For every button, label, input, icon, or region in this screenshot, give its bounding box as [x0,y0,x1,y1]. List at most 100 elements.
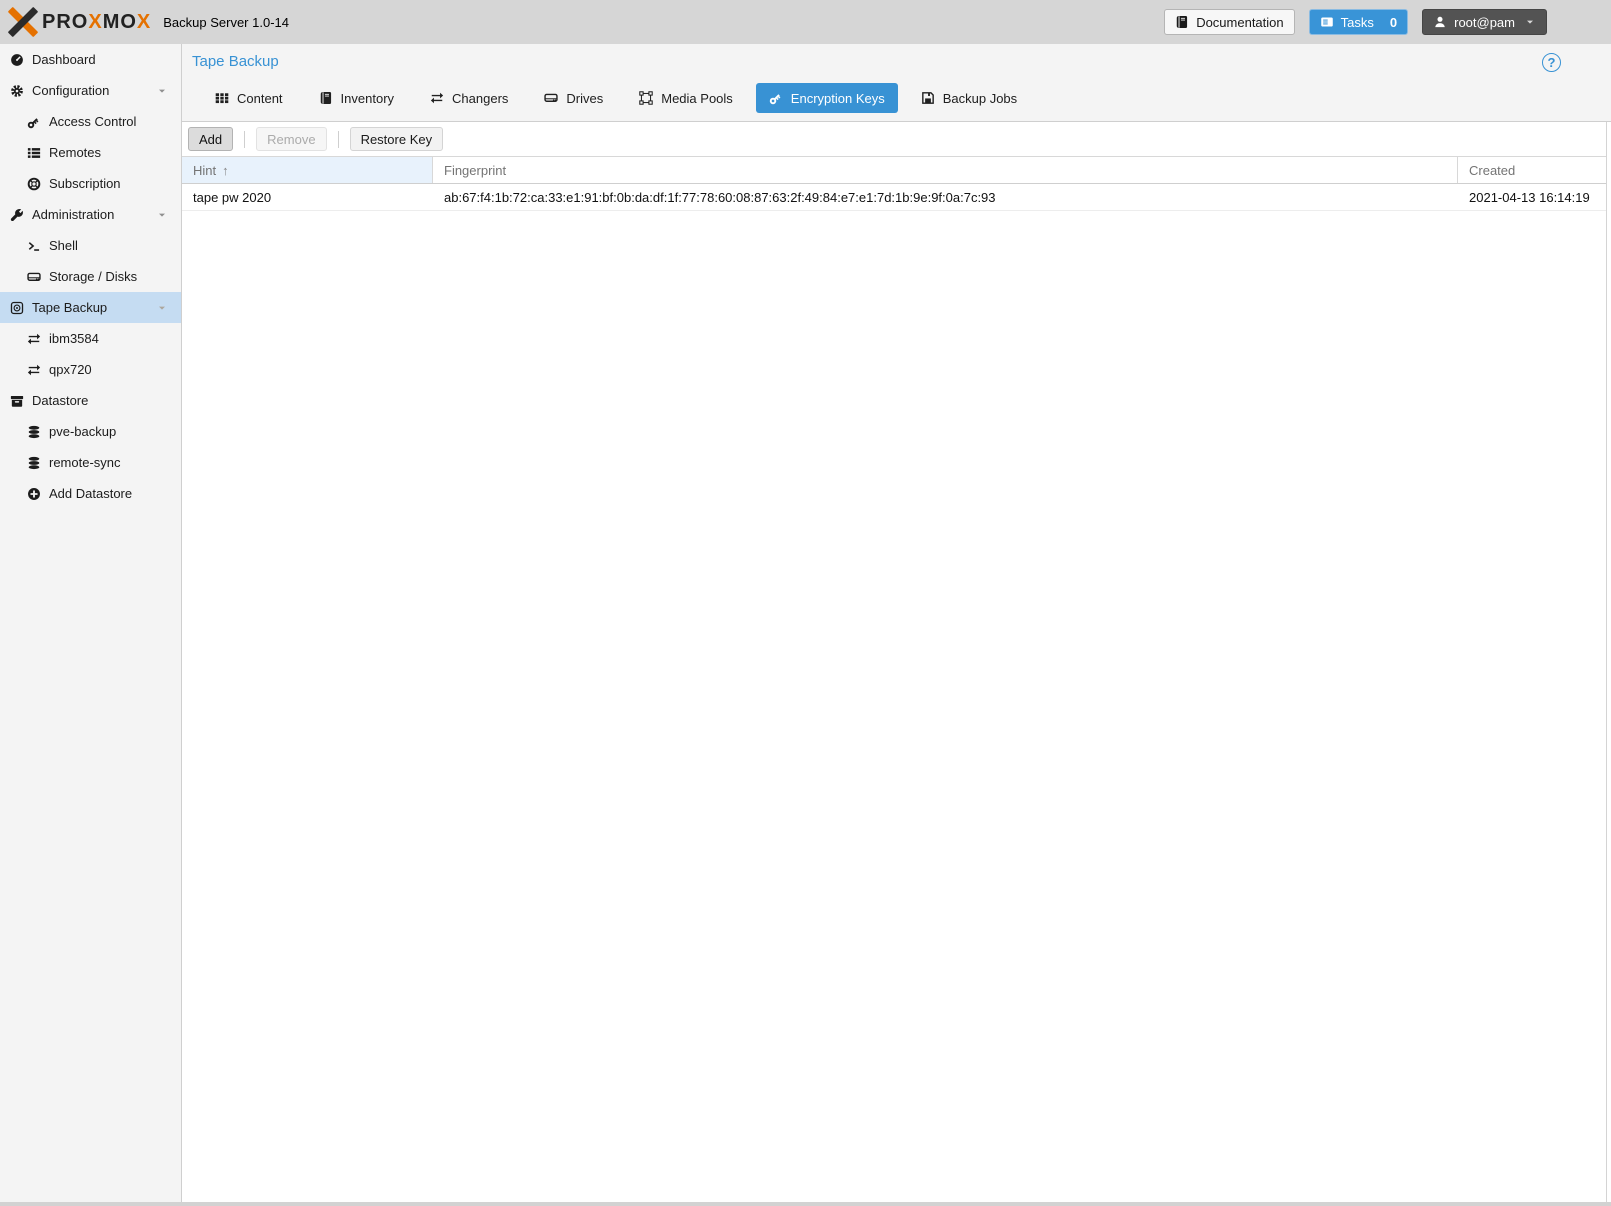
tab-changers[interactable]: Changers [417,83,521,113]
book-icon [319,91,333,105]
user-icon [1433,15,1447,29]
sidebar-item-dashboard[interactable]: Dashboard [0,44,181,75]
sidebar-item-label: Shell [49,238,78,253]
sidebar-item-qpx720[interactable]: qpx720 [0,354,181,385]
sidebar-item-ibm3584[interactable]: ibm3584 [0,323,181,354]
column-label: Created [1469,163,1515,178]
sidebar-item-storage-disks[interactable]: Storage / Disks [0,261,181,292]
sidebar-item-label: Dashboard [32,52,96,67]
tab-label: Content [237,91,283,106]
sidebar-item-datastore[interactable]: Datastore [0,385,181,416]
user-menu-button[interactable]: root@pam [1422,9,1547,35]
toolbar-separator [244,131,245,148]
key-icon [769,91,783,105]
sidebar-item-subscription[interactable]: Subscription [0,168,181,199]
tasks-count-badge: 0 [1390,15,1397,30]
column-label: Fingerprint [444,163,506,178]
cell-created: 2021-04-13 16:14:19 [1458,184,1606,210]
window-bottom-edge [0,1202,1611,1206]
proxmox-logo[interactable]: PROXMOX [8,7,151,37]
tape-icon [9,301,25,315]
hdd-icon [544,91,558,105]
sidebar-item-label: Datastore [32,393,88,408]
object-group-icon [639,91,653,105]
exchange-icon [26,363,42,377]
sidebar-item-shell[interactable]: Shell [0,230,181,261]
database-icon [26,456,42,470]
tab-content[interactable]: Content [202,83,296,113]
proxmox-x-icon [8,7,38,37]
sidebar-item-administration[interactable]: Administration [0,199,181,230]
sort-asc-icon: ↑ [222,163,229,178]
chevron-down-icon[interactable] [156,302,168,314]
content-body: Add Remove Restore Key Hint↑ Fingerprint Cre… [182,122,1607,1202]
sidebar-item-remote-sync[interactable]: remote-sync [0,447,181,478]
grid-rows: tape pw 2020ab:67:f4:1b:72:ca:33:e1:91:b… [182,184,1606,211]
sidebar-item-label: Remotes [49,145,101,160]
documentation-label: Documentation [1196,15,1283,30]
sidebar-item-add-datastore[interactable]: Add Datastore [0,478,181,509]
sidebar-item-label: qpx720 [49,362,92,377]
chevron-down-icon[interactable] [156,85,168,97]
logo-wordmark: PROXMOX [42,11,151,34]
restore-key-button[interactable]: Restore Key [350,127,444,151]
top-bar: PROXMOX Backup Server 1.0-14 Documentati… [0,0,1611,44]
database-icon [26,425,42,439]
topbar-actions: Documentation Tasks 0 root@pam [1164,9,1547,35]
tasks-button[interactable]: Tasks 0 [1309,9,1408,35]
plus-circle-icon [26,487,42,501]
tab-encryption-keys[interactable]: Encryption Keys [756,83,898,113]
tasks-label: Tasks [1341,15,1374,30]
sidebar-item-label: Access Control [49,114,136,129]
book-icon [1175,15,1189,29]
sidebar-item-label: Configuration [32,83,109,98]
tab-label: Inventory [341,91,394,106]
sidebar-item-access-control[interactable]: Access Control [0,106,181,137]
column-header-created[interactable]: Created [1458,157,1606,183]
main-content: Tape Backup ? Content Inventory Changers Dr… [182,44,1611,1202]
table-row[interactable]: tape pw 2020ab:67:f4:1b:72:ca:33:e1:91:b… [182,184,1606,211]
sidebar-item-pve-backup[interactable]: pve-backup [0,416,181,447]
tab-backup-jobs[interactable]: Backup Jobs [908,83,1030,113]
save-icon [921,91,935,105]
tab-label: Changers [452,91,508,106]
grid-icon [215,91,229,105]
sidebar-item-label: pve-backup [49,424,116,439]
chevron-down-icon[interactable] [156,209,168,221]
documentation-button[interactable]: Documentation [1164,9,1294,35]
sidebar-item-label: Administration [32,207,114,222]
app-window: PROXMOX Backup Server 1.0-14 Documentati… [0,0,1611,1206]
content-header: Tape Backup ? Content Inventory Changers Dr… [182,44,1611,122]
column-header-fingerprint[interactable]: Fingerprint [433,157,1458,183]
grid-header: Hint↑ Fingerprint Created [182,156,1606,184]
sidebar-item-configuration[interactable]: Configuration [0,75,181,106]
tab-label: Encryption Keys [791,91,885,106]
sidebar-item-tape-backup[interactable]: Tape Backup [0,292,181,323]
exchange-icon [26,332,42,346]
key-icon [26,115,42,129]
toolbar-separator [338,131,339,148]
add-button[interactable]: Add [188,127,233,151]
chevron-down-icon [1524,16,1536,28]
task-list-icon [1320,15,1334,29]
help-icon[interactable]: ? [1542,53,1561,72]
sidebar-item-label: Add Datastore [49,486,132,501]
remove-button: Remove [256,127,326,151]
page-title: Tape Backup [192,53,279,70]
sidebar-item-label: Tape Backup [32,300,107,315]
sidebar-item-label: ibm3584 [49,331,99,346]
tab-label: Media Pools [661,91,733,106]
tab-inventory[interactable]: Inventory [306,83,407,113]
sidebar-item-remotes[interactable]: Remotes [0,137,181,168]
hdd-icon [26,270,42,284]
tab-label: Backup Jobs [943,91,1017,106]
cell-fingerprint: ab:67:f4:1b:72:ca:33:e1:91:bf:0b:da:df:1… [433,184,1458,210]
exchange-icon [430,91,444,105]
column-header-hint[interactable]: Hint↑ [182,157,433,183]
cell-hint: tape pw 2020 [182,184,433,210]
sidebar: Dashboard Configuration Access Control Remo… [0,44,182,1202]
tab-bar: Content Inventory Changers Drives Media Pool… [202,83,1611,113]
tab-drives[interactable]: Drives [531,83,616,113]
dashboard-icon [9,53,25,67]
tab-media-pools[interactable]: Media Pools [626,83,746,113]
